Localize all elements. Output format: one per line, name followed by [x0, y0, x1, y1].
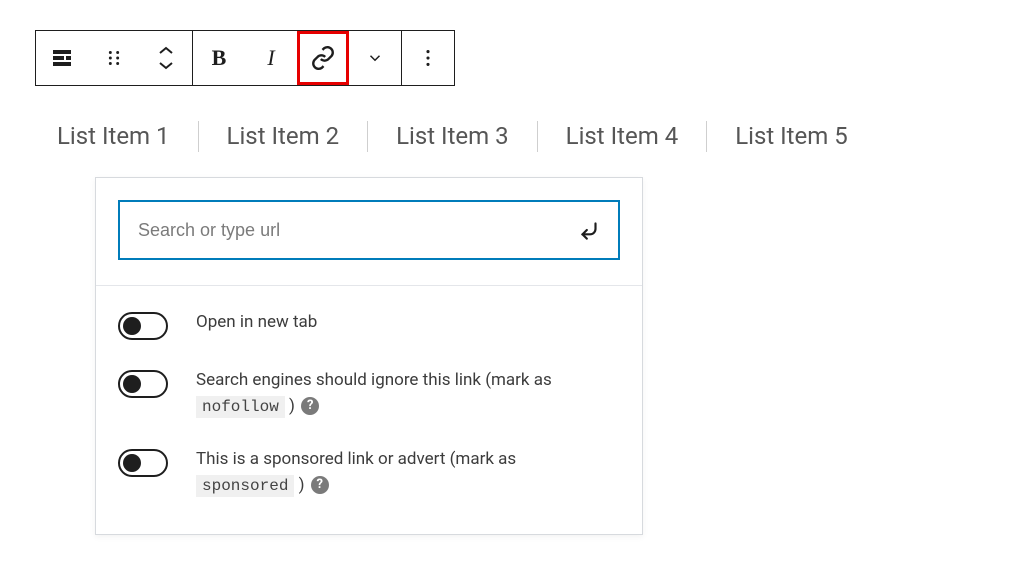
link-button[interactable]: [297, 31, 349, 85]
italic-button[interactable]: I: [245, 31, 297, 85]
option-nofollow-label: Search engines should ignore this link (…: [196, 368, 576, 419]
drag-icon: [103, 47, 125, 69]
link-search-wrap: [118, 200, 620, 260]
options-button[interactable]: [402, 31, 454, 85]
option-sponsored-label: This is a sponsored link or advert (mark…: [196, 447, 576, 498]
bold-button[interactable]: B: [193, 31, 245, 85]
drag-handle-button[interactable]: [88, 31, 140, 85]
option-sponsored: This is a sponsored link or advert (mark…: [118, 433, 620, 512]
code-tag: nofollow: [196, 396, 285, 418]
more-dropdown-button[interactable]: [349, 31, 401, 85]
submit-link-button[interactable]: [576, 217, 602, 243]
toolbar-group-options: [402, 31, 454, 85]
transform-button[interactable]: [36, 31, 88, 85]
italic-icon: I: [267, 45, 274, 71]
link-popover: Open in new tab Search engines should ig…: [95, 177, 643, 535]
toolbar-group-format: B I: [193, 31, 402, 85]
list-item[interactable]: List Item 3: [368, 121, 538, 152]
toggle-knob: [123, 317, 141, 335]
toggle-knob: [123, 454, 141, 472]
move-button[interactable]: [140, 31, 192, 85]
list-item[interactable]: List Item 2: [199, 121, 369, 152]
enter-icon: [576, 217, 602, 243]
list-items-row: List Item 1 List Item 2 List Item 3 List…: [35, 121, 989, 152]
label-text: This is a sponsored link or advert (mark…: [196, 449, 516, 469]
list-item[interactable]: List Item 4: [538, 121, 708, 152]
link-search-section: [96, 178, 642, 286]
block-toolbar: B I: [35, 30, 455, 86]
help-icon[interactable]: ?: [311, 476, 329, 494]
option-nofollow: Search engines should ignore this link (…: [118, 354, 620, 433]
toggle-new-tab[interactable]: [118, 312, 168, 340]
list-item[interactable]: List Item 1: [35, 121, 199, 152]
toggle-sponsored[interactable]: [118, 449, 168, 477]
help-icon[interactable]: ?: [301, 397, 319, 415]
link-options-section: Open in new tab Search engines should ig…: [96, 286, 642, 534]
label-text: ): [299, 475, 305, 495]
link-icon: [310, 45, 336, 71]
block-list-icon: [50, 46, 74, 70]
label-text: ): [289, 396, 295, 416]
bold-icon: B: [212, 45, 227, 71]
list-item[interactable]: List Item 5: [707, 121, 876, 152]
chevron-down-icon: [366, 49, 384, 67]
move-icon: [156, 45, 176, 71]
toggle-knob: [123, 375, 141, 393]
label-text: Search engines should ignore this link (…: [196, 370, 552, 390]
option-new-tab: Open in new tab: [118, 296, 620, 354]
option-new-tab-label: Open in new tab: [196, 310, 317, 336]
toolbar-group-transform: [36, 31, 193, 85]
code-tag: sponsored: [196, 475, 294, 497]
link-url-input[interactable]: [136, 219, 576, 242]
more-vertical-icon: [417, 47, 439, 69]
toggle-nofollow[interactable]: [118, 370, 168, 398]
